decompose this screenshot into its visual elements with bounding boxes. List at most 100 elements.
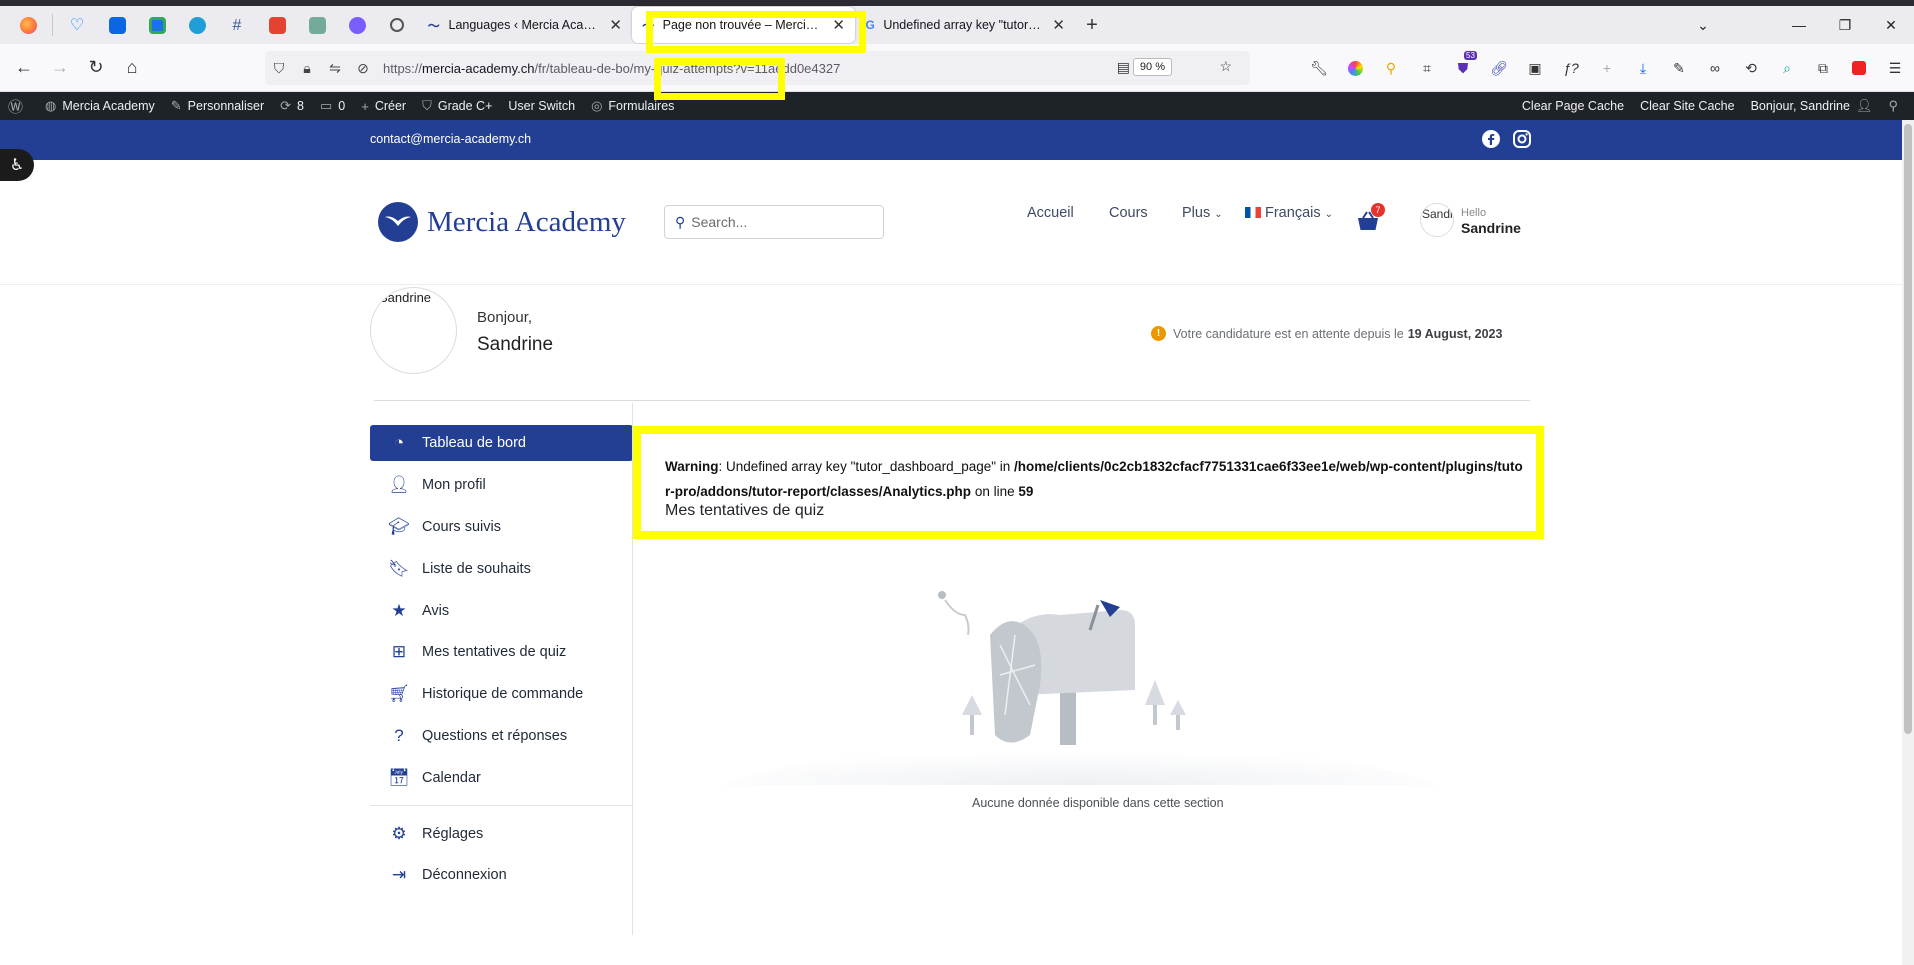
plus-extension-icon[interactable]: + bbox=[1598, 59, 1616, 77]
sidebar-item-label: Cours suivis bbox=[422, 519, 501, 535]
admin-site-name[interactable]: ◍ Mercia Academy bbox=[37, 92, 163, 120]
sidebar-item-enrolled-courses[interactable]: 🎓︎ Cours suivis bbox=[370, 509, 633, 545]
warning-text-line: on line bbox=[971, 484, 1019, 499]
lock-icon[interactable]: 🔒︎ bbox=[293, 60, 321, 77]
screenshot-extension-icon[interactable]: ▣ bbox=[1526, 59, 1544, 77]
instagram-icon[interactable] bbox=[1512, 129, 1532, 149]
warning-text: : Undefined array key "tutor_dashboard_p… bbox=[718, 459, 1015, 474]
crop-icon[interactable]: ⌗ bbox=[1418, 59, 1436, 77]
tab-languages[interactable]: 〜 Languages ‹ Mercia Academy — ✕ bbox=[417, 7, 632, 43]
new-tab-button[interactable]: + bbox=[1075, 14, 1109, 37]
admin-customize[interactable]: ✎ Personnaliser bbox=[163, 92, 272, 120]
admin-item-label: Clear Site Cache bbox=[1640, 99, 1735, 113]
url-path: /fr/tableau-de-bo bbox=[534, 60, 630, 76]
tab-google-search[interactable]: G Undefined array key "tutor_dashboard_p… bbox=[855, 7, 1075, 43]
close-window-icon[interactable]: ✕ bbox=[1868, 17, 1914, 34]
pinned-tab-calendar-icon[interactable] bbox=[137, 7, 177, 43]
facebook-icon[interactable] bbox=[1481, 129, 1501, 149]
menu-item-cours[interactable]: Cours bbox=[1109, 205, 1148, 221]
admin-comments[interactable]: ▭ 0 bbox=[312, 92, 353, 120]
admin-grade[interactable]: ⛉ Grade C+ bbox=[414, 92, 500, 120]
restore-icon[interactable]: ❐ bbox=[1822, 17, 1868, 34]
minimize-icon[interactable]: — bbox=[1776, 17, 1822, 33]
forward-icon[interactable]: → bbox=[42, 57, 78, 78]
zoom-level[interactable]: 90 % bbox=[1132, 58, 1172, 76]
record-extension-icon[interactable] bbox=[1850, 59, 1868, 77]
site-logo[interactable]: Mercia Academy bbox=[378, 202, 626, 242]
reader-view-icon[interactable]: ▤ bbox=[1117, 59, 1130, 76]
pinned-tab-todoist-icon[interactable] bbox=[257, 7, 297, 43]
sidebar-item-dashboard[interactable]: ◔ Tableau de bord bbox=[370, 425, 633, 461]
pinned-tab-search-icon[interactable] bbox=[377, 7, 417, 43]
magnifier-extension-icon[interactable]: ⚲ bbox=[1382, 59, 1400, 77]
back-icon[interactable]: ← bbox=[6, 57, 42, 78]
infinity-extension-icon[interactable]: ∞ bbox=[1706, 59, 1724, 77]
sidebar-item-order-history[interactable]: 🛒︎ Historique de commande bbox=[370, 676, 633, 712]
user-avatar[interactable]: Sandrine bbox=[1420, 203, 1454, 237]
admin-updates[interactable]: ⟳ 8 bbox=[272, 92, 312, 120]
shield-icon[interactable]: ⛉ bbox=[265, 60, 293, 77]
seo-extension-icon[interactable]: ⌕ bbox=[1778, 59, 1796, 77]
menu-item-label: Plus bbox=[1182, 205, 1211, 221]
scrollbar-thumb[interactable] bbox=[1904, 124, 1912, 734]
contact-email[interactable]: contact@mercia-academy.ch bbox=[370, 132, 531, 146]
history-icon[interactable]: ⟲ bbox=[1742, 59, 1760, 77]
cart-button[interactable]: 7 bbox=[1356, 203, 1385, 232]
sidebar-item-wishlist[interactable]: 🔖︎ Liste de souhaits bbox=[370, 551, 633, 587]
site-top-bar: contact@mercia-academy.ch bbox=[0, 120, 1902, 160]
link-extension-icon[interactable]: 🔗︎ bbox=[1490, 59, 1508, 77]
admin-new[interactable]: + Créer bbox=[353, 92, 414, 120]
close-icon[interactable]: ✕ bbox=[609, 16, 622, 34]
home-icon[interactable]: ⌂ bbox=[114, 57, 150, 78]
admin-user-switch[interactable]: User Switch bbox=[500, 92, 583, 120]
header-user-name[interactable]: Sandrine bbox=[1461, 220, 1521, 236]
pinned-tab-slack-icon[interactable]: # bbox=[217, 7, 257, 43]
list-tabs-chevron-icon[interactable]: ⌄ bbox=[1680, 17, 1726, 34]
pinned-tab-chatgpt-icon[interactable] bbox=[297, 7, 337, 43]
pinned-tab-messenger-icon[interactable] bbox=[337, 7, 377, 43]
sidebar-item-qa[interactable]: ? Questions et réponses bbox=[370, 718, 633, 754]
tab-title: Languages ‹ Mercia Academy — bbox=[448, 18, 602, 32]
calendar-icon: 📅︎ bbox=[388, 768, 410, 787]
wp-logo-icon[interactable]: Ⓦ bbox=[0, 92, 37, 120]
menu-item-accueil[interactable]: Accueil bbox=[1027, 205, 1074, 221]
permissions-icon[interactable]: ⇋ bbox=[321, 60, 349, 77]
sidebar-item-profile[interactable]: 👤︎ Mon profil bbox=[370, 467, 633, 503]
bookmark-star-icon[interactable]: ☆ bbox=[1219, 58, 1232, 75]
download-icon[interactable]: ⤓ bbox=[1634, 59, 1652, 77]
sidebar-item-settings[interactable]: ⚙ Réglages bbox=[370, 816, 633, 852]
tools-wrench-icon[interactable]: 🔧︎ bbox=[1310, 59, 1328, 77]
admin-my-account[interactable]: Bonjour, Sandrine 👤︎ bbox=[1743, 92, 1881, 120]
sidebar-item-reviews[interactable]: ★ Avis bbox=[370, 593, 633, 629]
clear-page-cache[interactable]: Clear Page Cache bbox=[1514, 92, 1632, 120]
close-icon[interactable]: ✕ bbox=[1052, 16, 1065, 34]
firefox-icon[interactable] bbox=[8, 7, 48, 43]
ublock-extension-icon[interactable]: ⛊ 53 bbox=[1454, 51, 1477, 77]
color-picker-extension-icon[interactable] bbox=[1346, 59, 1364, 77]
admin-item-label: User Switch bbox=[508, 99, 576, 113]
no-camera-icon[interactable]: ⊘ bbox=[349, 60, 377, 77]
language-switcher[interactable]: Français ⌄ bbox=[1245, 205, 1333, 221]
sidebar-item-quiz-attempts[interactable]: ⊞ Mes tentatives de quiz bbox=[370, 634, 633, 670]
header-search-input[interactable]: ⚲ Search... bbox=[664, 205, 884, 239]
font-extension-icon[interactable]: ƒ? bbox=[1562, 59, 1580, 77]
sidebar-item-calendar[interactable]: 📅︎ Calendar bbox=[370, 760, 633, 796]
menu-item-plus[interactable]: Plus ⌄ bbox=[1182, 205, 1223, 221]
mercia-favicon-icon: 〜 bbox=[427, 18, 440, 33]
browser-nav-bar: ← → ↻ ⌂ ⛉ 🔒︎ ⇋ ⊘ https://mercia-academy.… bbox=[0, 44, 1914, 92]
admin-item-label: Bonjour, Sandrine bbox=[1750, 99, 1850, 113]
pinned-tab-trello-icon[interactable] bbox=[97, 7, 137, 43]
extensions-puzzle-icon[interactable]: ⧉ bbox=[1814, 59, 1832, 77]
warning-line-number: 59 bbox=[1018, 484, 1034, 499]
admin-search-icon[interactable]: ⚲ bbox=[1880, 92, 1914, 120]
sidebar-divider bbox=[370, 805, 633, 806]
clear-site-cache[interactable]: Clear Site Cache bbox=[1632, 92, 1743, 120]
sidebar-item-logout[interactable]: ⇥ Déconnexion bbox=[370, 857, 633, 893]
reload-icon[interactable]: ↻ bbox=[78, 57, 114, 78]
pinned-tab-heart-icon[interactable]: ♡ bbox=[57, 7, 97, 43]
page-scrollbar[interactable] bbox=[1902, 120, 1914, 965]
eyedropper-icon[interactable]: ✎ bbox=[1670, 59, 1688, 77]
menu-hamburger-icon[interactable]: ☰ bbox=[1886, 59, 1904, 77]
admin-item-label: Clear Page Cache bbox=[1521, 99, 1625, 113]
pinned-tab-wave-icon[interactable] bbox=[177, 7, 217, 43]
